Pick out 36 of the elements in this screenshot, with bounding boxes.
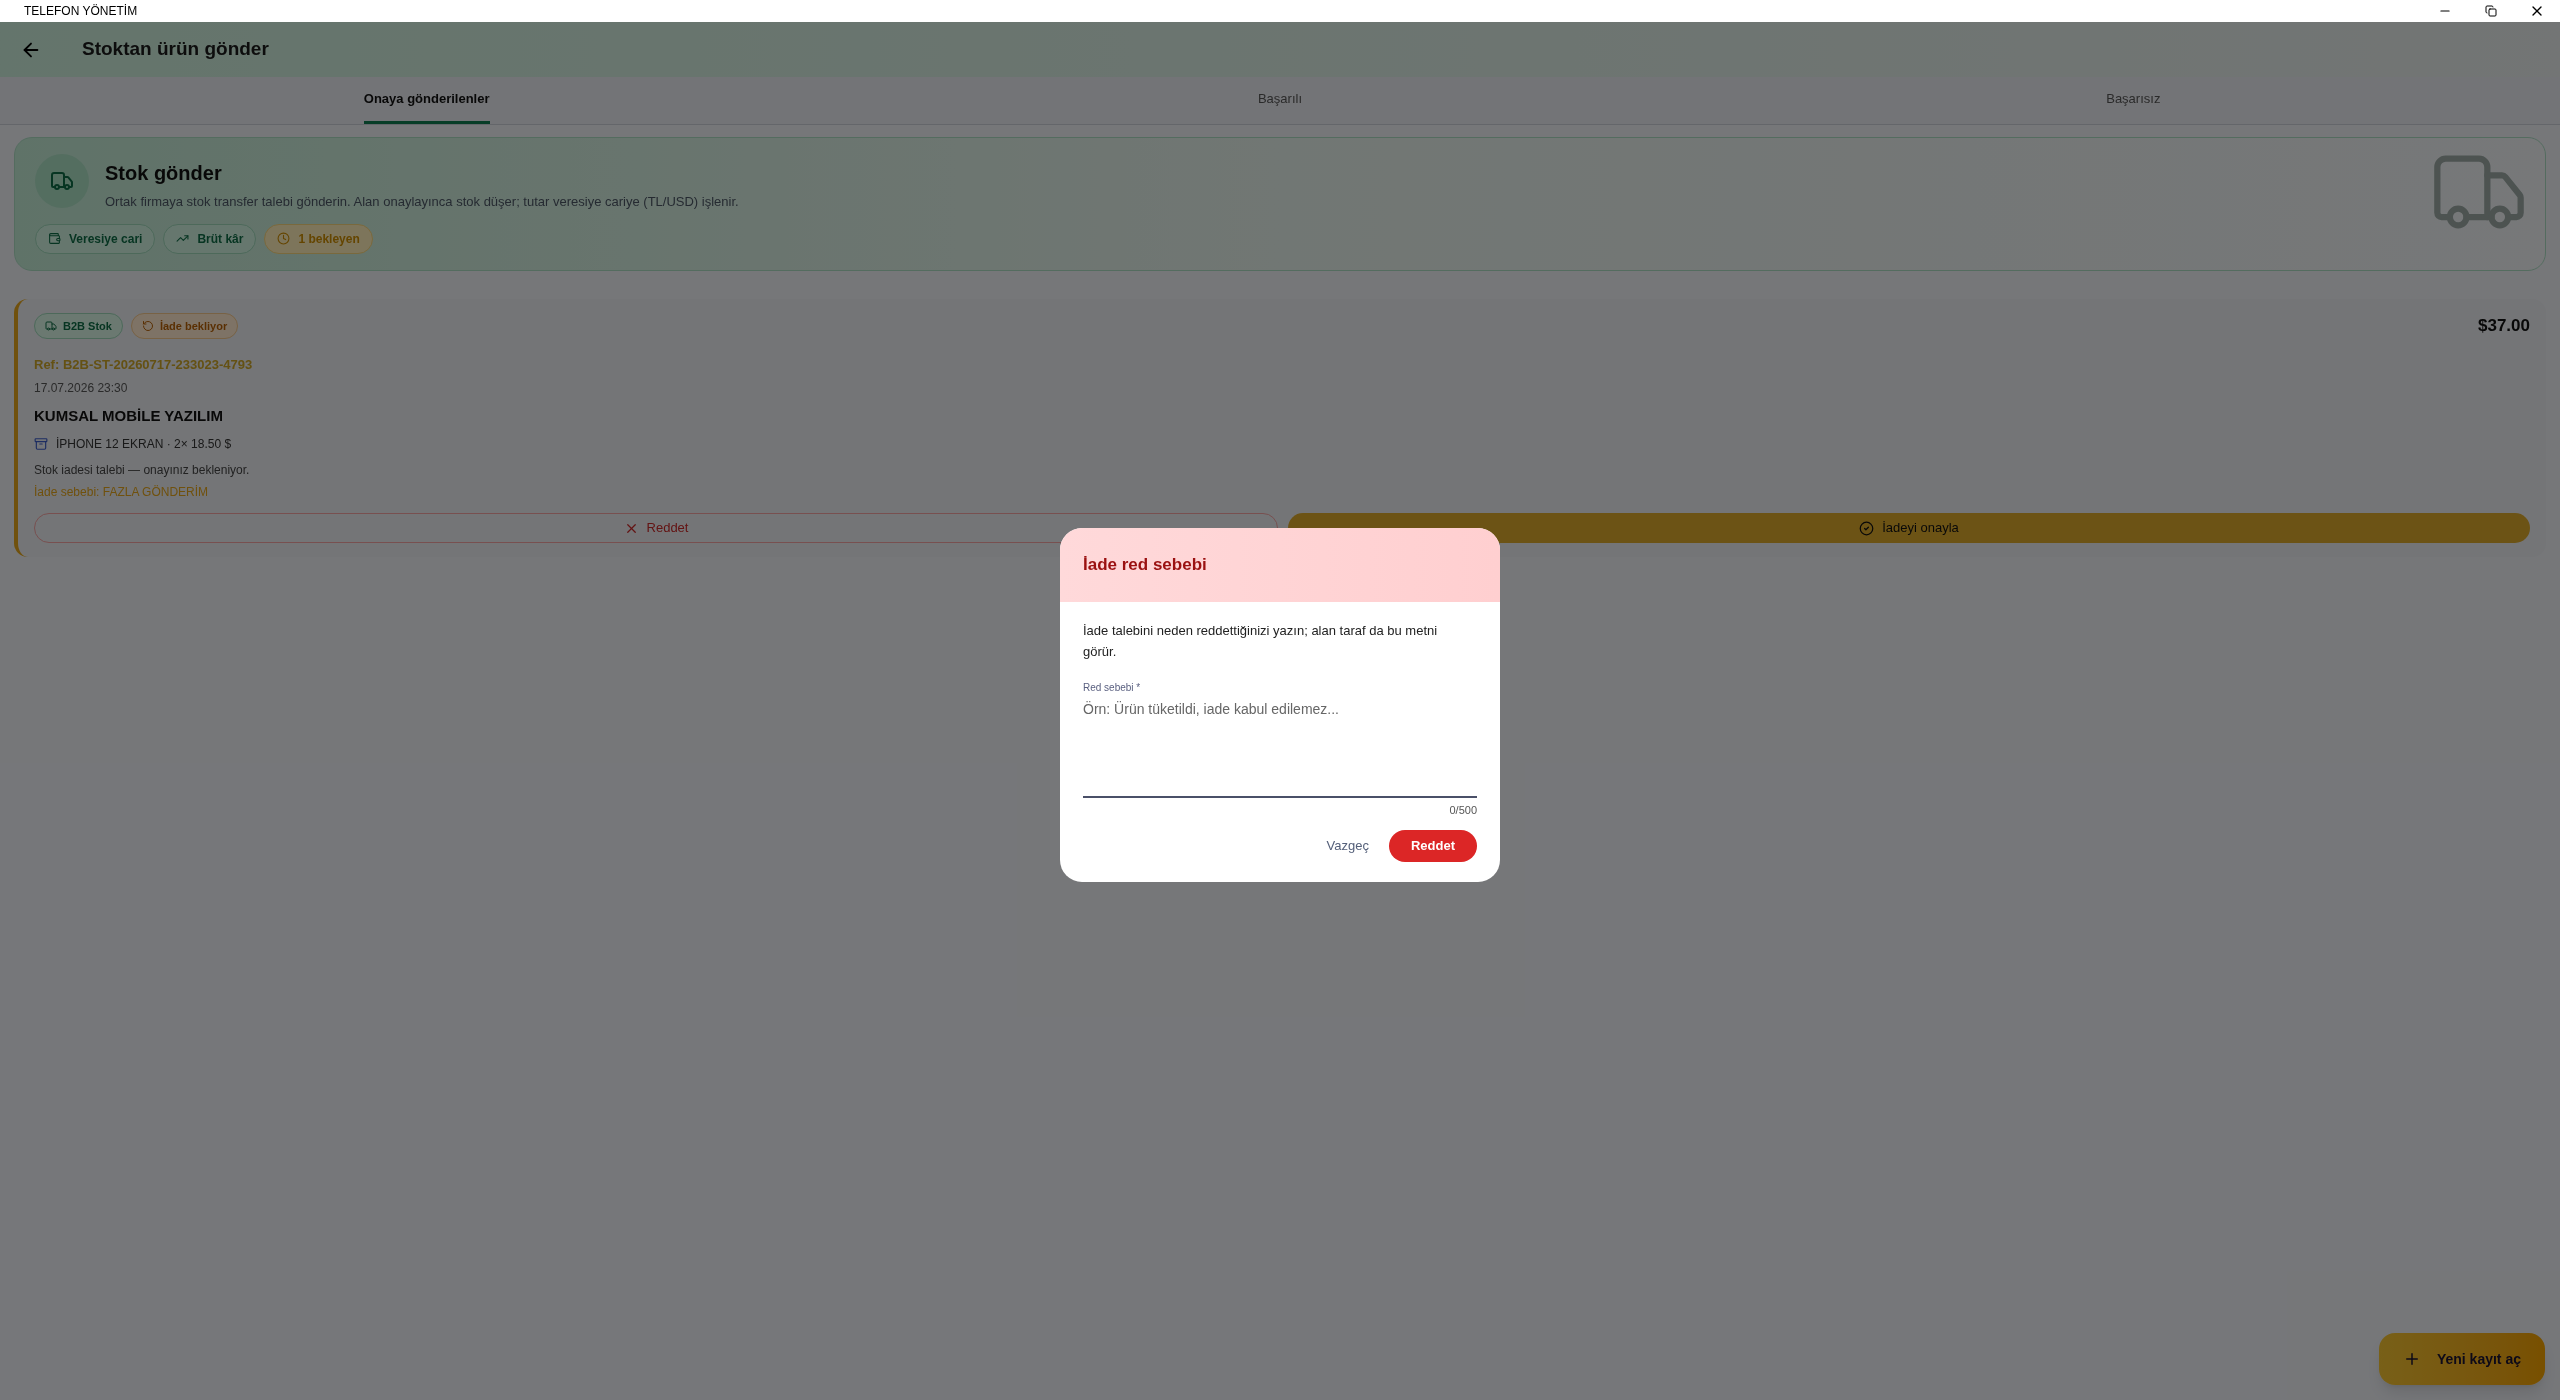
confirm-reject-button[interactable]: Reddet	[1388, 830, 1477, 862]
truck-icon	[45, 319, 57, 332]
reason-field[interactable]: Örn: Ürün tüketildi, iade kabul edilemez...	[1083, 698, 1477, 796]
dialog-title: İade red sebebi	[1083, 555, 1207, 574]
order-note: Stok iadesi talebi — onayınız bekleniyor.	[34, 462, 251, 479]
badge-label: B2B Stok	[63, 318, 112, 334]
character-counter: 0/500	[1449, 802, 1477, 818]
page-title: Stoktan ürün gönder	[82, 37, 269, 62]
amount: $37.00	[2478, 314, 2530, 337]
dialog-message: İade talebini neden reddettiğinizi yazın; alan taraf da bu metni görür.	[1083, 621, 1439, 661]
undo-icon	[141, 319, 154, 332]
approve-button[interactable]: İadeyi onayla	[1288, 513, 2530, 543]
company-name: KUMSAL MOBİLE YAZILIM	[34, 405, 224, 426]
check-circle-icon	[1859, 520, 1875, 536]
hero-description: Ortak firmaya stok transfer talebi gönderin. Alan onaylayınca stok düşer; tutar veresiye cariye (TL/USD) işlenir.	[105, 193, 739, 211]
return-reason: İade sebebi: FAZLA GÖNDERİM	[34, 484, 210, 501]
box-icon	[34, 437, 48, 451]
chip-label: Brüt kâr	[197, 230, 244, 248]
window-title: TELEFON YÖNETİM	[24, 3, 138, 20]
chip-label: 1 bekleyen	[298, 230, 360, 248]
field-label: Red sebebi *	[1083, 680, 1142, 695]
tab[interactable]: Onaya gönderilenler	[363, 77, 490, 124]
new-record-button[interactable]: Yeni kayıt aç	[2378, 1333, 2545, 1385]
tab[interactable]: Başarısız	[2106, 77, 2161, 124]
restore-icon	[2485, 5, 2497, 17]
order-date: 17.07.2026 23:30	[34, 379, 129, 397]
tab[interactable]: Başarılı	[1257, 77, 1303, 124]
cancel-button[interactable]: Vazgeç	[1326, 836, 1369, 856]
reference-number: Ref: B2B-ST-20260717-233023-4793	[34, 356, 254, 374]
chip-label: Veresiye cari	[69, 230, 143, 248]
badge-label: İade bekliyor	[159, 318, 228, 334]
trend-icon	[176, 232, 190, 245]
hero-title: Stok gönder	[105, 161, 223, 186]
item-line: İPHONE 12 EKRAN · 2× 18.50 $	[56, 436, 232, 453]
wallet-icon	[48, 232, 61, 245]
clock-icon	[277, 232, 291, 245]
